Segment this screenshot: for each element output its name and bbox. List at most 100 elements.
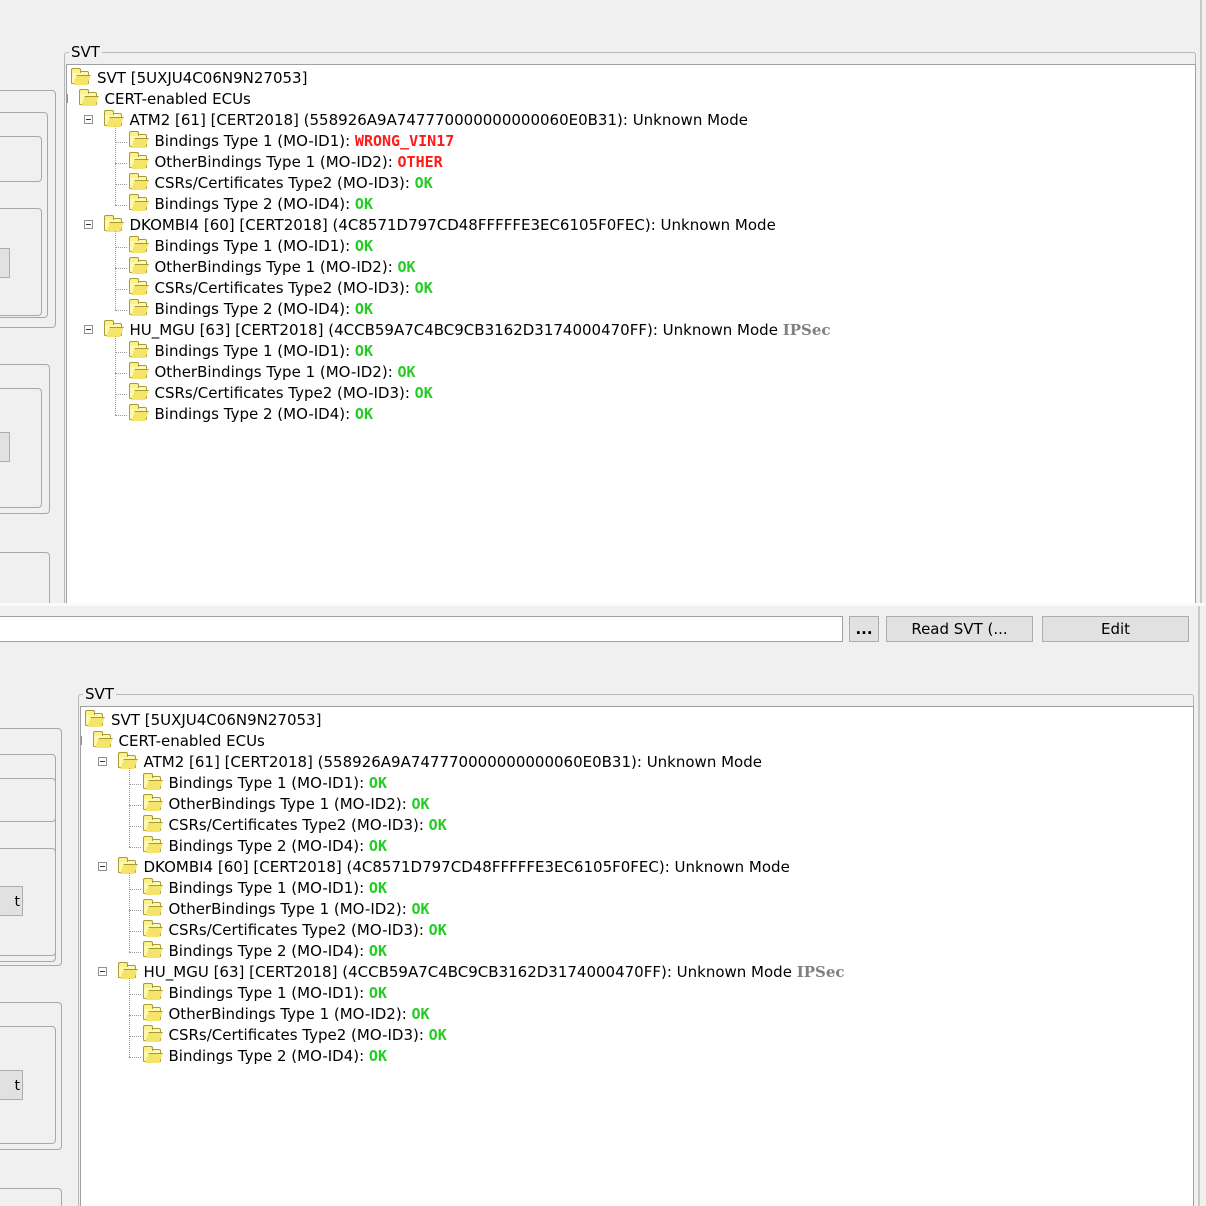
tree-node-label: ATM2 [61] [CERT2018] (558926A9A747770000… [130,110,748,131]
tree-node-text: OtherBindings Type 1 (MO-ID2): [154,363,398,381]
status-value: OK [411,900,430,918]
collapse-box-icon[interactable] [67,94,68,103]
tree-node-label: Bindings Type 2 (MO-ID4): OK [169,1046,387,1067]
left-panel-fragment [0,136,42,182]
read-svt-button[interactable]: Read SVT (... [886,616,1033,642]
tree-node-text: Bindings Type 2 (MO-ID4): [168,1047,369,1065]
tree-connector [128,910,141,911]
tree-connector [128,1057,141,1058]
status-value: OK [428,921,447,939]
folder-icon [142,983,161,999]
folder-icon [128,131,147,147]
window-top-edge [1200,0,1202,606]
tree-node-label: HU_MGU [63] [CERT2018] (4CCB59A7C4BC9CB3… [130,320,831,341]
folder-icon [128,404,147,420]
status-value: OK [368,837,387,855]
tree-node-label: CSRs/Certificates Type2 (MO-ID3): OK [169,920,447,941]
tree-node-label: CERT-enabled ECUs [119,731,265,752]
folder-icon [92,731,111,747]
tree-connector [114,126,116,205]
tree-node-text: SVT [5UXJU4C06N9N27053] [111,711,322,729]
tree-connector [128,847,141,848]
status-value: OK [397,258,416,276]
collapse-box-icon[interactable] [97,967,107,976]
folder-icon [142,794,161,810]
tree-node-label: Bindings Type 2 (MO-ID4): OK [155,299,373,320]
tree-node-text: HU_MGU [63] [CERT2018] (4CCB59A7C4BC9CB3… [143,963,792,981]
tree-connector [128,994,141,995]
tree-node-label: DKOMBI4 [60] [CERT2018] (4C8571D797CD48F… [130,215,776,236]
tree-connector [128,1036,141,1037]
tree-node-label: CSRs/Certificates Type2 (MO-ID3): OK [155,383,433,404]
collapse-box-icon[interactable] [83,325,93,334]
tree-connector [128,805,141,806]
svt-group-label: SVT [69,43,102,61]
folder-icon [103,215,122,231]
tree-node-label: CERT-enabled ECUs [105,89,251,110]
tree-node-text: CSRs/Certificates Type2 (MO-ID3): [154,279,415,297]
folder-icon [128,257,147,273]
folder-icon [128,299,147,315]
left-panel-button[interactable] [0,432,10,462]
tree-connector [128,873,130,952]
folder-icon [142,920,161,936]
tree-node-text: SVT [5UXJU4C06N9N27053] [97,69,308,87]
tree-connector [114,205,127,206]
status-value: OK [368,942,387,960]
tree-node-label: Bindings Type 1 (MO-ID1): OK [169,878,387,899]
tree-node-label: Bindings Type 1 (MO-ID1): OK [169,773,387,794]
browse-button[interactable]: ... [849,616,879,642]
screen-bottom: ... Read SVT (... Edit t t SVT SVT [5UXJ… [0,606,1206,1206]
tree-node-text: CERT-enabled ECUs [104,90,251,108]
folder-icon [142,878,161,894]
tree-connector [128,931,141,932]
svt-tree-view[interactable]: SVT [5UXJU4C06N9N27053] CERT-enabled ECUs… [66,64,1196,606]
tree-node-text: DKOMBI4 [60] [CERT2018] (4C8571D797CD48F… [143,858,790,876]
tree-node-label: Bindings Type 1 (MO-ID1): OK [155,341,373,362]
collapse-box-icon[interactable] [83,115,93,124]
tree-node-label: CSRs/Certificates Type2 (MO-ID3): OK [155,278,433,299]
collapse-box-icon[interactable] [83,220,93,229]
tree-node-label: DKOMBI4 [60] [CERT2018] (4C8571D797CD48F… [144,857,790,878]
status-value: OK [354,405,373,423]
tree-node-text: CERT-enabled ECUs [118,732,265,750]
collapse-box-icon[interactable] [97,757,107,766]
svt-path-input[interactable] [0,616,843,642]
tree-node-text: Bindings Type 1 (MO-ID1): [168,774,369,792]
edit-button[interactable]: Edit [1042,616,1189,642]
status-value: OK [354,300,373,318]
tree-node-label: Bindings Type 1 (MO-ID1): OK [169,983,387,1004]
tree-connector [114,184,127,185]
tree-connector [114,373,127,374]
tree-connector [128,952,141,953]
svt-group-label: SVT [83,685,116,703]
svt-tree-view[interactable]: SVT [5UXJU4C06N9N27053] CERT-enabled ECUs… [80,706,1194,1206]
tree-connector [114,310,127,311]
tree-node-label: Bindings Type 1 (MO-ID1): OK [155,236,373,257]
tree-node-label: SVT [5UXJU4C06N9N27053] [111,710,321,731]
folder-icon [128,152,147,168]
tree-node-label: Bindings Type 2 (MO-ID4): OK [169,941,387,962]
tree-node-text: DKOMBI4 [60] [CERT2018] (4C8571D797CD48F… [129,216,776,234]
status-value: OK [354,237,373,255]
tree-connector [114,142,127,143]
folder-icon [117,962,136,978]
left-panel-button[interactable]: t [0,1070,23,1100]
tree-node-text: CSRs/Certificates Type2 (MO-ID3): [154,174,415,192]
status-value: WRONG_VIN17 [354,132,455,150]
tree-connector [114,289,127,290]
folder-icon [128,194,147,210]
left-panel-button[interactable]: t [0,886,23,916]
collapse-box-icon[interactable] [81,736,82,745]
tree-node-text: Bindings Type 1 (MO-ID1): [154,342,355,360]
folder-icon [142,836,161,852]
tree-connector [114,415,127,416]
tree-node-text: OtherBindings Type 1 (MO-ID2): [168,1005,412,1023]
folder-icon [128,383,147,399]
tree-node-text: Bindings Type 1 (MO-ID1): [168,879,369,897]
tree-node-text: Bindings Type 2 (MO-ID4): [168,837,369,855]
left-panel-button[interactable] [0,248,10,278]
folder-icon [128,341,147,357]
tree-node-text: HU_MGU [63] [CERT2018] (4CCB59A7C4BC9CB3… [129,321,778,339]
collapse-box-icon[interactable] [97,862,107,871]
